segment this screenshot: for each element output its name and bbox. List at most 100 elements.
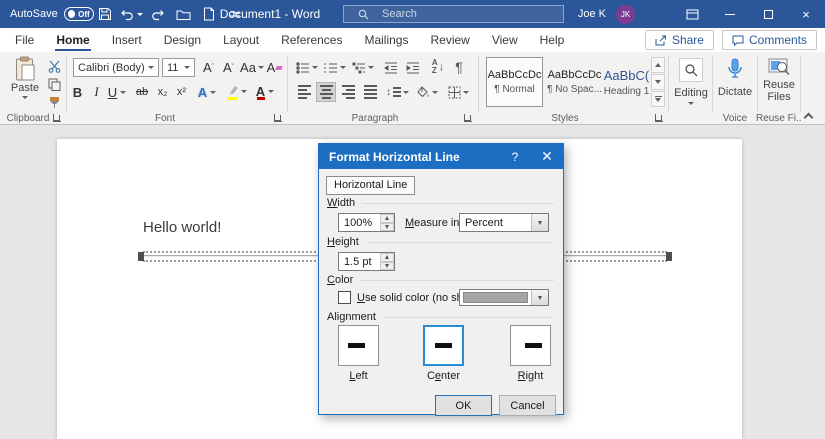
grow-font-button[interactable]: Aˆ — [199, 58, 218, 77]
shading-button[interactable] — [414, 82, 441, 102]
tab-help[interactable]: Help — [529, 28, 576, 52]
italic-button[interactable]: I — [88, 82, 105, 102]
subscript-button[interactable]: x₂ — [153, 82, 172, 102]
redo-icon[interactable] — [144, 0, 170, 28]
styles-scroll-down-button[interactable] — [651, 74, 665, 90]
style-heading1[interactable]: AaBbC( Heading 1 — [603, 57, 650, 107]
decrease-indent-button[interactable] — [381, 58, 401, 77]
selection-handle-left[interactable] — [138, 252, 144, 261]
selection-handle-right[interactable] — [666, 252, 672, 261]
bullets-button[interactable] — [294, 58, 320, 77]
tab-mailings[interactable]: Mailings — [353, 28, 419, 52]
shrink-font-label: A — [222, 60, 232, 75]
right-rest: ight — [525, 370, 544, 382]
height-spin-up-icon[interactable] — [380, 253, 394, 262]
width-spin-down-icon[interactable] — [380, 222, 394, 231]
align-center-button[interactable] — [316, 82, 336, 102]
ok-button[interactable]: OK — [435, 395, 492, 416]
reuse-files-button[interactable]: Reuse Files — [759, 58, 799, 103]
styles-scroll-up-button[interactable] — [651, 57, 665, 73]
share-button[interactable]: Share — [644, 30, 714, 50]
color-dropdown[interactable] — [459, 289, 549, 306]
justify-button[interactable] — [360, 82, 380, 102]
width-spinner[interactable]: 100% — [338, 213, 395, 232]
style-normal[interactable]: AaBbCcDc ¶ Normal — [486, 57, 543, 107]
paste-dropdown-icon[interactable] — [22, 96, 28, 99]
tab-file[interactable]: File — [4, 28, 45, 52]
highlight-button[interactable] — [222, 80, 250, 102]
borders-button[interactable] — [444, 82, 472, 102]
bold-button[interactable]: B — [68, 82, 87, 102]
sort-button[interactable]: AZ ↓ — [427, 56, 449, 78]
numbering-dropdown-icon — [340, 66, 346, 69]
underline-button[interactable]: U — [105, 82, 129, 102]
paragraph-dialog-launcher-icon[interactable] — [464, 114, 472, 122]
undo-icon[interactable] — [118, 0, 144, 28]
tab-design[interactable]: Design — [153, 28, 212, 52]
cut-button[interactable] — [44, 58, 64, 75]
numbering-button[interactable] — [322, 58, 348, 77]
bullet-list-icon — [296, 61, 309, 74]
dialog-tab-horizontal-line[interactable]: Horizontal Line — [326, 176, 416, 195]
measure-in-dropdown-icon[interactable] — [531, 214, 548, 231]
undo-dropdown-icon[interactable] — [136, 12, 143, 16]
styles-dialog-launcher-icon[interactable] — [655, 114, 663, 122]
tab-review[interactable]: Review — [419, 28, 480, 52]
font-color-button[interactable]: A — [251, 80, 279, 102]
close-button[interactable]: × — [787, 0, 825, 28]
superscript-button[interactable]: x² — [172, 82, 191, 102]
format-painter-button[interactable] — [44, 94, 64, 111]
autosave-control[interactable]: AutoSave Off — [10, 0, 94, 28]
cancel-button[interactable]: Cancel — [499, 395, 556, 416]
tab-view[interactable]: View — [481, 28, 529, 52]
solid-color-checkbox[interactable] — [338, 291, 351, 304]
alignment-option-right[interactable] — [510, 325, 551, 366]
show-hide-pilcrow-button[interactable]: ¶ — [450, 56, 468, 78]
font-dialog-launcher-icon[interactable] — [274, 114, 282, 122]
clear-formatting-button[interactable]: A — [265, 58, 284, 77]
increase-indent-icon — [406, 62, 419, 73]
change-case-button[interactable]: Aa — [240, 58, 264, 77]
dialog-help-button[interactable]: ? — [499, 144, 531, 169]
color-dropdown-icon[interactable] — [531, 290, 548, 305]
dictate-button[interactable]: Dictate — [714, 58, 756, 98]
shrink-font-button[interactable]: Aˇ — [219, 58, 238, 77]
increase-indent-button[interactable] — [403, 58, 423, 77]
tab-insert[interactable]: Insert — [101, 28, 153, 52]
clipboard-dialog-launcher-icon[interactable] — [53, 114, 61, 122]
open-folder-icon[interactable] — [170, 0, 196, 28]
height-spin-down-icon[interactable] — [380, 261, 394, 270]
alignment-option-center[interactable] — [423, 325, 464, 366]
autosave-toggle[interactable]: Off — [63, 7, 94, 21]
minimize-button[interactable] — [711, 0, 749, 28]
copy-button[interactable] — [44, 76, 64, 93]
dialog-close-button[interactable]: ✕ — [531, 144, 563, 169]
font-family-combo[interactable]: Calibri (Body) — [73, 58, 159, 77]
paste-button[interactable]: Paste — [6, 56, 44, 111]
tab-home[interactable]: Home — [45, 28, 100, 52]
text-effects-button[interactable]: A — [194, 82, 220, 102]
editing-button[interactable]: Editing — [672, 58, 710, 105]
styles-more-button[interactable] — [651, 91, 665, 107]
ribbon-display-options-icon[interactable] — [673, 0, 711, 28]
measure-in-dropdown[interactable]: Percent — [459, 213, 549, 232]
search-input[interactable]: Search — [343, 5, 564, 23]
alignment-option-left[interactable] — [338, 325, 379, 366]
align-left-button[interactable] — [294, 82, 314, 102]
maximize-button[interactable] — [749, 0, 787, 28]
collapse-ribbon-icon[interactable] — [803, 112, 814, 123]
tab-references[interactable]: References — [270, 28, 353, 52]
multilevel-list-button[interactable] — [350, 58, 376, 77]
align-right-button[interactable] — [338, 82, 358, 102]
comments-button[interactable]: Comments — [721, 30, 817, 50]
avatar[interactable]: JK — [616, 4, 635, 24]
strikethrough-button[interactable]: ab — [131, 82, 153, 102]
document-text[interactable]: Hello world! — [143, 219, 221, 236]
font-size-combo[interactable]: 11 — [162, 58, 195, 77]
save-icon[interactable] — [92, 0, 118, 28]
line-spacing-button[interactable]: ↕ — [384, 82, 411, 102]
height-spinner[interactable]: 1.5 pt — [338, 252, 395, 271]
width-spin-up-icon[interactable] — [380, 214, 394, 223]
style-no-spacing[interactable]: AaBbCcDc ¶ No Spac... — [546, 57, 603, 107]
tab-layout[interactable]: Layout — [212, 28, 270, 52]
